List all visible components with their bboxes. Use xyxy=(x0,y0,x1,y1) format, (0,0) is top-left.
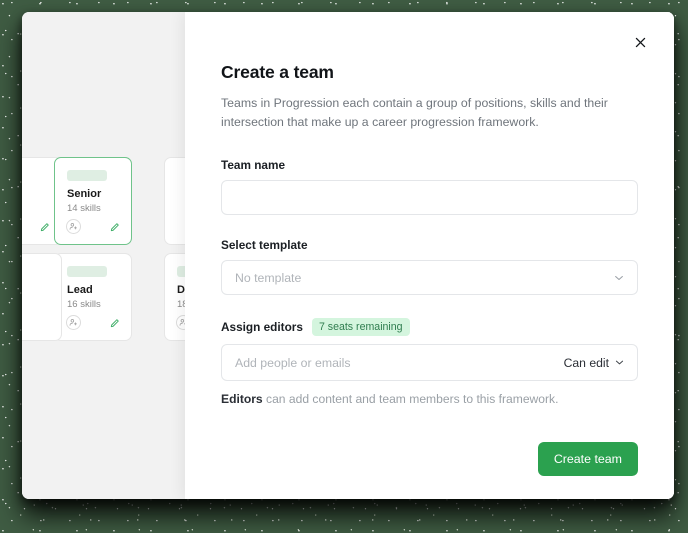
permission-dropdown[interactable]: Can edit xyxy=(564,356,625,370)
create-team-dialog: Create a team Teams in Progression each … xyxy=(185,12,674,499)
card-skill-count: 16 skills xyxy=(67,299,101,310)
edit-pencil-icon[interactable] xyxy=(109,222,120,233)
edit-pencil-icon[interactable] xyxy=(39,222,50,233)
add-person-icon[interactable] xyxy=(66,315,81,330)
editors-helper-text: Editors can add content and team members… xyxy=(221,391,638,409)
position-card-lead[interactable]: Lead 16 skills xyxy=(54,253,132,341)
permission-value: Can edit xyxy=(564,356,609,370)
dialog-description: Teams in Progression each contain a grou… xyxy=(221,94,611,131)
assign-editors-input-row[interactable]: Add people or emails Can edit xyxy=(221,344,638,381)
editors-helper-strong: Editors xyxy=(221,392,263,406)
assign-editors-label-row: Assign editors 7 seats remaining xyxy=(221,318,638,336)
select-template-value: No template xyxy=(235,271,301,285)
assign-editors-field-group: Assign editors 7 seats remaining Add peo… xyxy=(221,318,638,409)
card-title: Senior xyxy=(67,188,101,200)
browser-window: Senior 14 skills Lead 16 skills xyxy=(22,12,674,499)
select-template-field-group: Select template No template xyxy=(221,238,638,295)
card-title: Lead xyxy=(67,284,93,296)
position-card-partial-2[interactable] xyxy=(22,253,62,341)
select-template-dropdown[interactable]: No template xyxy=(221,260,638,295)
close-icon[interactable] xyxy=(629,31,651,53)
select-template-label: Select template xyxy=(221,238,638,252)
edit-pencil-icon[interactable] xyxy=(109,318,120,329)
team-name-field-group: Team name xyxy=(221,158,638,215)
assign-editors-label: Assign editors xyxy=(221,320,303,334)
assign-editors-placeholder: Add people or emails xyxy=(235,356,351,370)
chevron-down-icon xyxy=(614,357,625,368)
create-team-button[interactable]: Create team xyxy=(538,442,638,476)
position-card-senior[interactable]: Senior 14 skills xyxy=(54,157,132,245)
chevron-down-icon xyxy=(613,272,625,284)
editors-helper-rest: can add content and team members to this… xyxy=(263,392,559,406)
dialog-footer: Create team xyxy=(221,442,638,476)
page-title: Create a team xyxy=(221,62,638,83)
card-pill-placeholder xyxy=(67,266,107,277)
seats-remaining-badge: 7 seats remaining xyxy=(312,318,410,336)
team-name-input[interactable] xyxy=(221,180,638,215)
card-pill-placeholder xyxy=(67,170,107,181)
add-person-icon[interactable] xyxy=(66,219,81,234)
card-skill-count: 14 skills xyxy=(67,203,101,214)
team-name-label: Team name xyxy=(221,158,638,172)
